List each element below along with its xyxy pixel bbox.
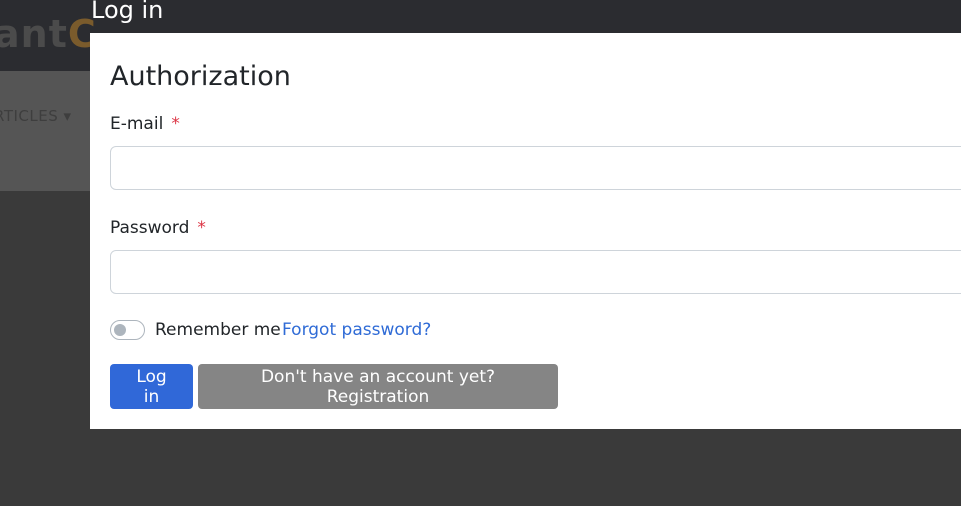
password-label: Password * — [110, 218, 206, 238]
site-logo: antC — [0, 12, 97, 56]
nav-item-articles: RTICLES ▾ — [0, 107, 72, 125]
modal-title: Log in — [91, 0, 164, 24]
required-marker: * — [171, 114, 180, 134]
registration-button[interactable]: Don't have an account yet? Registration — [198, 364, 558, 409]
authorization-heading: Authorization — [110, 61, 291, 92]
email-label: E-mail * — [110, 114, 180, 134]
password-field[interactable] — [110, 250, 961, 294]
forgot-password-link[interactable]: Forgot password? — [282, 319, 431, 341]
toggle-knob — [114, 324, 126, 336]
login-button[interactable]: Log in — [110, 364, 193, 409]
required-marker: * — [197, 218, 206, 238]
remember-me-toggle[interactable] — [110, 320, 145, 340]
email-field[interactable] — [110, 146, 961, 190]
login-modal: Authorization E-mail * Password * Remember… — [90, 33, 961, 429]
remember-me-label[interactable]: Remember me — [155, 319, 281, 341]
